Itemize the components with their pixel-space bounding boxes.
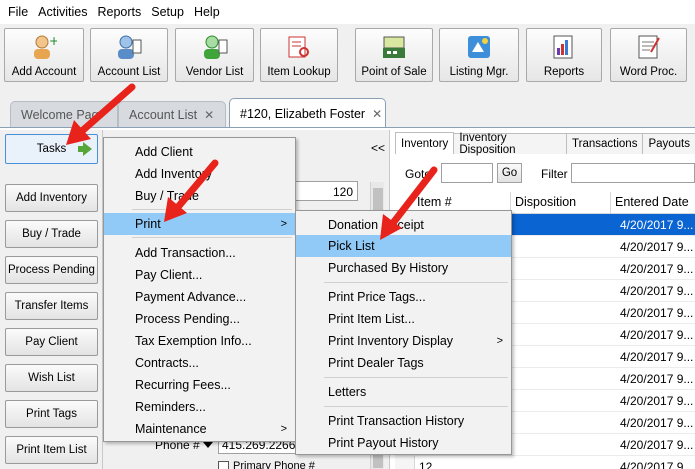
menu-item-recurring-fees[interactable]: Recurring Fees... (104, 374, 295, 396)
menu-item-print-price-tags[interactable]: Print Price Tags... (296, 286, 511, 308)
menu-item-tax-exemption-info[interactable]: Tax Exemption Info... (104, 330, 295, 352)
tab-inventory-disposition[interactable]: Inventory Disposition (453, 132, 568, 156)
column-item-number[interactable]: Item # (417, 195, 452, 209)
menu-item-print-inventory-display[interactable]: Print Inventory Display > (296, 330, 511, 352)
menu-item-letters[interactable]: Letters (296, 381, 511, 403)
tasks-button[interactable]: Tasks (5, 134, 98, 164)
wish-list-button[interactable]: Wish List (5, 364, 98, 392)
item-lookup-button[interactable]: Item Lookup (260, 28, 338, 82)
reports-icon (551, 34, 577, 60)
menu-item-add-client[interactable]: Add Client (104, 141, 295, 163)
menu-activities[interactable]: Activities (33, 5, 92, 19)
menu-item-print-item-list[interactable]: Print Item List... (296, 308, 511, 330)
menu-item-maintenance[interactable]: Maintenance > (104, 418, 295, 440)
listing-manager-icon (466, 34, 492, 60)
tab-payouts[interactable]: Payouts (642, 133, 695, 154)
print-item-list-button[interactable]: Print Item List (5, 436, 98, 464)
menu-file[interactable]: File (3, 5, 33, 19)
toolbar: + Add Account Account List Vendor List I… (0, 24, 695, 86)
svg-text:+: + (49, 34, 57, 48)
tasks-menu: Add Client Add Inventory Buy / Trade Pri… (103, 137, 296, 442)
column-disposition[interactable]: Disposition (515, 195, 576, 209)
reports-button[interactable]: Reports (526, 28, 602, 82)
filter-input[interactable] (571, 163, 695, 183)
green-arrow-icon (78, 142, 92, 156)
menu-item-reminders[interactable]: Reminders... (104, 396, 295, 418)
menu-reports[interactable]: Reports (92, 5, 146, 19)
tab-account-list[interactable]: Account List ✕ (118, 101, 226, 128)
menu-separator (132, 237, 292, 238)
table-row[interactable]: 12 4/20/2017 9... (395, 456, 695, 469)
menu-item-pick-list[interactable]: Pick List (296, 235, 511, 257)
print-tags-button[interactable]: Print Tags (5, 400, 98, 428)
point-of-sale-icon (381, 34, 407, 60)
chevron-right-icon: > (280, 423, 287, 435)
pay-client-button[interactable]: Pay Client (5, 328, 98, 356)
close-icon[interactable]: ✕ (204, 108, 214, 122)
menu-item-add-transaction[interactable]: Add Transaction... (104, 242, 295, 264)
menu-item-donation-receipt[interactable]: Donation Receipt (296, 214, 511, 236)
chevron-right-icon: > (496, 335, 503, 347)
menu-item-purchased-by-history[interactable]: Purchased By History (296, 257, 511, 279)
row-selector[interactable] (395, 456, 415, 469)
left-task-panel: Tasks Add Inventory Buy / Trade Process … (0, 130, 103, 469)
goto-label: Goto (405, 167, 432, 181)
transfer-items-button[interactable]: Transfer Items (5, 292, 98, 320)
column-divider (610, 192, 611, 214)
menu-item-print-payout-history[interactable]: Print Payout History (296, 432, 511, 454)
inventory-tabs: Inventory Inventory Disposition Transact… (395, 132, 695, 156)
word-processor-icon (636, 34, 662, 60)
menu-item-print-transaction-history[interactable]: Print Transaction History (296, 410, 511, 432)
tab-welcome-page[interactable]: Welcome Pag (10, 101, 118, 128)
menu-setup[interactable]: Setup (146, 5, 189, 19)
menu-separator (132, 209, 292, 210)
menu-help[interactable]: Help (189, 5, 225, 19)
menu-item-print-dealer-tags[interactable]: Print Dealer Tags (296, 352, 511, 374)
checkbox-icon[interactable] (218, 460, 229, 469)
menu-item-process-pending[interactable]: Process Pending... (104, 308, 295, 330)
vendor-list-button[interactable]: Vendor List (175, 28, 254, 82)
account-list-icon (116, 34, 142, 60)
menu-item-pay-client[interactable]: Pay Client... (104, 264, 295, 286)
point-of-sale-button[interactable]: Point of Sale (355, 28, 433, 82)
tab-transactions[interactable]: Transactions (566, 133, 644, 154)
account-list-button[interactable]: Account List (90, 28, 168, 82)
print-submenu: Donation Receipt Pick List Purchased By … (295, 210, 512, 455)
menu-separator (324, 377, 508, 378)
tab-account-120[interactable]: #120, Elizabeth Foster ✕ (229, 98, 386, 128)
menu-item-add-inventory[interactable]: Add Inventory (104, 163, 295, 185)
menu-bar: File Activities Reports Setup Help (0, 0, 695, 24)
listing-manager-button[interactable]: Listing Mgr. (439, 28, 519, 82)
menu-item-contracts[interactable]: Contracts... (104, 352, 295, 374)
add-account-icon: + (31, 34, 59, 60)
menu-item-print[interactable]: Print > (104, 213, 295, 235)
close-icon[interactable]: ✕ (372, 107, 382, 121)
item-lookup-icon (286, 34, 312, 60)
collapse-panel-button[interactable]: << (371, 141, 385, 155)
chevron-right-icon: > (280, 218, 287, 230)
menu-item-payment-advance[interactable]: Payment Advance... (104, 286, 295, 308)
add-inventory-button[interactable]: Add Inventory (5, 184, 98, 212)
primary-phone-checkbox[interactable]: Primary Phone # (218, 460, 315, 469)
vendor-list-icon (202, 34, 228, 60)
add-account-button[interactable]: + Add Account (4, 28, 84, 82)
word-processor-button[interactable]: Word Proc. (610, 28, 687, 82)
menu-item-buy-trade[interactable]: Buy / Trade (104, 185, 295, 207)
goto-input[interactable] (441, 163, 493, 183)
document-tabs: Welcome Pag Account List ✕ #120, Elizabe… (0, 98, 695, 128)
filter-label: Filter (541, 167, 568, 181)
go-button[interactable]: Go (497, 163, 522, 183)
tab-inventory[interactable]: Inventory (395, 132, 455, 154)
phone-dropdown-icon[interactable] (203, 442, 213, 448)
menu-separator (324, 406, 508, 407)
process-pending-button[interactable]: Process Pending (5, 256, 98, 284)
buy-trade-button[interactable]: Buy / Trade (5, 220, 98, 248)
column-entered-date[interactable]: Entered Date (615, 195, 689, 209)
menu-separator (324, 282, 508, 283)
